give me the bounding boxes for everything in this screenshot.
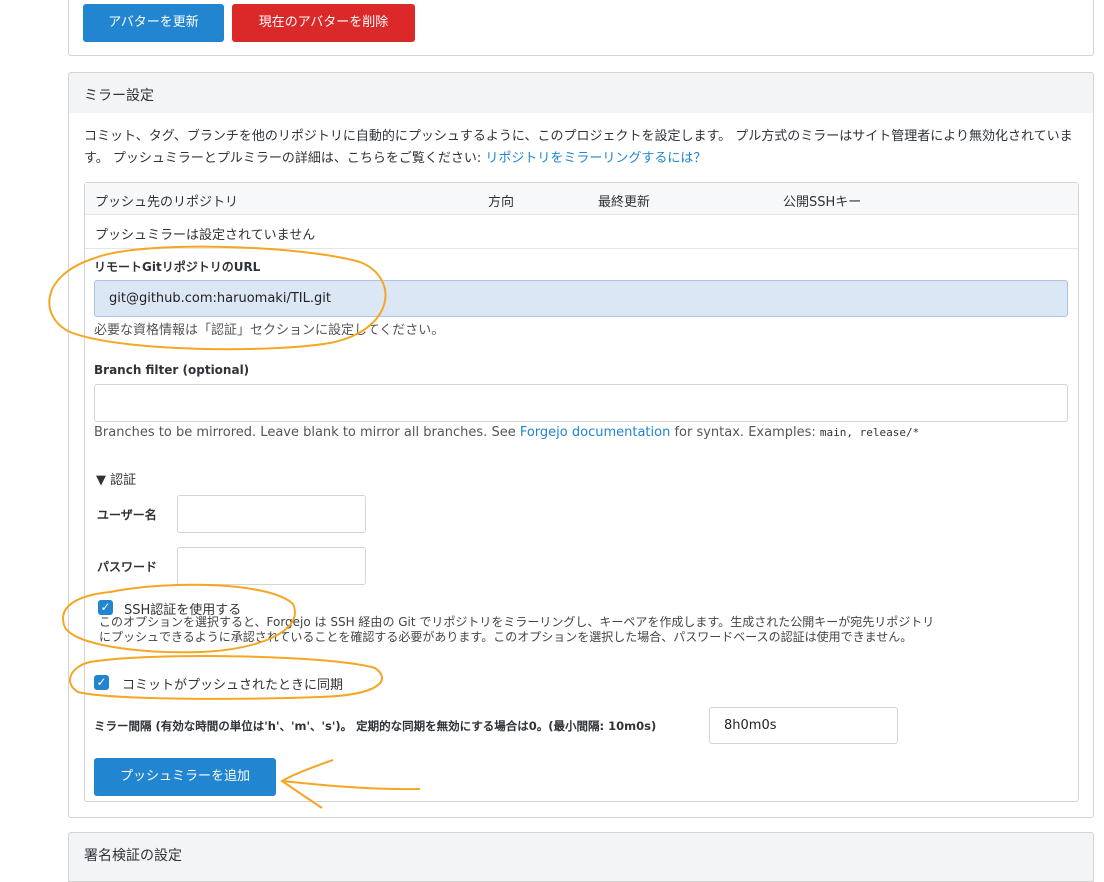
- forgejo-docs-link[interactable]: Forgejo documentation: [520, 425, 671, 440]
- ssh-auth-help-line-2: にプッシュできるように承認されていることを確認する必要があります。このオプション…: [99, 630, 913, 644]
- column-header-last-update: 最終更新: [598, 195, 651, 210]
- push-mirror-panel: プッシュ先のリポジトリ 方向 最終更新 公開SSHキー プッシュミラーは設定され…: [84, 182, 1079, 802]
- mirror-settings-header: ミラー設定: [68, 72, 1094, 114]
- password-input[interactable]: [177, 547, 366, 585]
- update-avatar-button[interactable]: アバターを更新: [83, 4, 224, 42]
- username-label: ユーザー名: [97, 508, 157, 522]
- ssh-auth-checkbox[interactable]: ✓: [98, 600, 113, 615]
- branch-filter-help: Branches to be mirrored. Leave blank to …: [94, 425, 919, 440]
- mirror-description: コミット、タグ、ブランチを他のリポジトリに自動的にプッシュするように、このプロジ…: [84, 126, 1079, 170]
- username-input[interactable]: [177, 495, 366, 533]
- mirror-settings-title: ミラー設定: [84, 88, 154, 104]
- signature-settings-header: 署名検証の設定: [68, 832, 1094, 882]
- branch-filter-label: Branch filter (optional): [94, 363, 250, 377]
- column-header-direction: 方向: [488, 195, 515, 210]
- branch-filter-help-text-2: for syntax. Examples:: [670, 425, 820, 440]
- mirror-table-header: プッシュ先のリポジトリ 方向 最終更新 公開SSHキー: [85, 183, 1078, 215]
- column-header-ssh-key: 公開SSHキー: [783, 195, 862, 210]
- signature-settings-title: 署名検証の設定: [84, 848, 182, 864]
- ssh-auth-help-line-1: このオプションを選択すると、Forgejo は SSH 経由の Git でリポジ…: [99, 615, 935, 629]
- remote-url-label: リモートGitリポジトリのURL: [94, 260, 261, 274]
- password-label: パスワード: [97, 560, 158, 574]
- mirror-help-link[interactable]: リポジトリをミラーリングするには？: [485, 151, 706, 166]
- delete-avatar-button[interactable]: 現在のアバターを削除: [232, 4, 415, 42]
- branch-filter-help-text: Branches to be mirrored. Leave blank to …: [94, 425, 520, 440]
- add-push-mirror-button[interactable]: プッシュミラーを追加: [94, 758, 276, 796]
- remote-url-input[interactable]: [94, 280, 1068, 317]
- remote-url-help: 必要な資格情報は「認証」セクションに設定してください。: [94, 323, 445, 338]
- ssh-auth-help: このオプションを選択すると、Forgejo は SSH 経由の Git でリポジ…: [99, 615, 1064, 645]
- sync-on-commit-label[interactable]: コミットがプッシュされたときに同期: [122, 674, 343, 693]
- sync-on-commit-checkbox[interactable]: ✓: [94, 675, 109, 690]
- mirror-table-empty-row: プッシュミラーは設定されていません: [85, 215, 1078, 249]
- mirror-interval-input[interactable]: [709, 707, 898, 744]
- auth-toggle[interactable]: ▼ 認証: [96, 469, 136, 488]
- branch-filter-examples: main, release/*: [819, 426, 920, 439]
- mirror-interval-label: ミラー間隔 (有効な時間の単位は'h'、'm'、's')。 定期的な同期を無効に…: [94, 719, 657, 733]
- column-header-repo: プッシュ先のリポジトリ: [95, 195, 239, 210]
- branch-filter-input[interactable]: [94, 384, 1068, 422]
